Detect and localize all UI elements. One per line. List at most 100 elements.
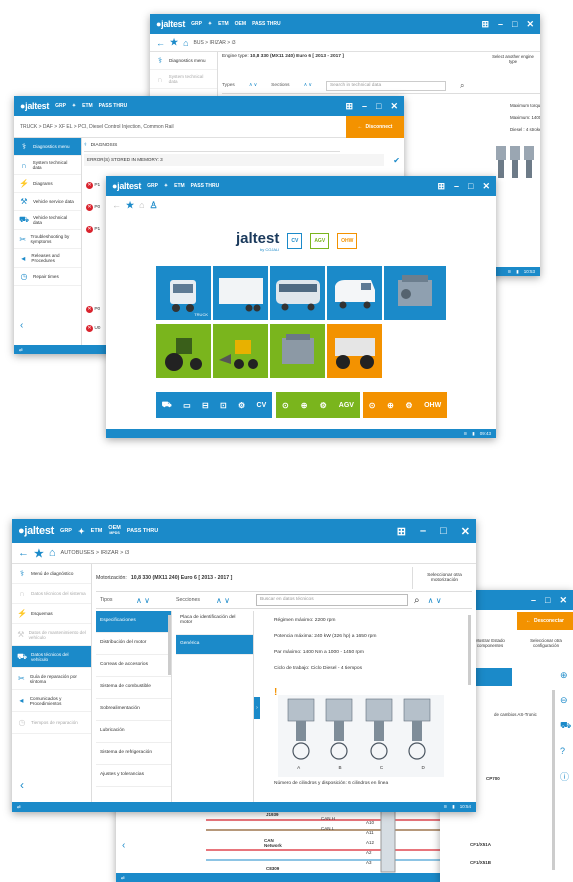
list-item[interactable]: Lubricación [96, 721, 171, 743]
tile-van[interactable] [327, 266, 382, 320]
grid-icon[interactable]: ⊞ [397, 525, 406, 538]
close-icon[interactable]: ✕ [461, 525, 470, 538]
star-icon[interactable]: ★ [170, 37, 178, 48]
search-input[interactable]: Buscar en datos técnicos [256, 594, 408, 606]
list-item[interactable]: ✕ P1 [86, 182, 100, 189]
list-item[interactable]: Sistema de combustible [96, 677, 171, 699]
menu-grp[interactable]: GRP [191, 21, 202, 27]
zoom-out-icon[interactable]: ⊖ [560, 695, 571, 706]
collapse-chevron-icon[interactable]: ‹ [122, 840, 125, 851]
check-icon[interactable]: ✔ [393, 156, 400, 165]
list-item[interactable]: Ajustes y tolerancias [96, 765, 171, 787]
sidebar-item-diagnostics[interactable]: ⚕ Diagnostics menu [150, 52, 217, 70]
help-icon[interactable]: ? [560, 746, 571, 756]
menu-grp[interactable]: GRP [55, 103, 66, 109]
menu-etm[interactable]: ETM [218, 21, 229, 27]
close-icon[interactable]: ✕ [390, 101, 398, 112]
ohw-category-bar[interactable]: ⊙ ⊕ ⚙ OHW [363, 392, 447, 418]
tile-truck[interactable]: TRUCK [156, 266, 211, 320]
person-icon[interactable]: ♙ [150, 200, 158, 211]
list-item[interactable]: Correas de accesorios [96, 655, 171, 677]
disconnect-button[interactable]: ← Disconnect [346, 116, 404, 138]
grid-icon[interactable]: ⊞ [345, 101, 353, 112]
menu-oem[interactable]: OEM MPDS [108, 525, 121, 536]
car-icon[interactable]: ⛟ [560, 720, 571, 732]
info-icon[interactable]: ⓘ [560, 770, 571, 783]
list-item[interactable]: Sistema de refrigeración [96, 743, 171, 765]
seleccionar-config-button[interactable]: Seleccionar otra configuración [520, 638, 572, 648]
sidebar-item-troubleshooting[interactable]: ✂ Troubleshooting by symptoms [14, 230, 81, 249]
list-item[interactable]: Sobrealimentación [96, 699, 171, 721]
menu-etm[interactable]: ETM [91, 528, 103, 534]
select-another-engine[interactable]: Select another engine type [490, 54, 536, 64]
maximize-icon[interactable]: □ [545, 595, 550, 606]
close-icon[interactable]: ✕ [526, 19, 534, 30]
tile-bus[interactable] [270, 266, 325, 320]
grid-icon[interactable]: ⊞ [437, 181, 445, 192]
list-item[interactable]: ✕ P0 [86, 204, 100, 211]
close-icon[interactable]: ✕ [482, 181, 490, 192]
menu-grp[interactable]: GRP [60, 528, 72, 534]
menu-pass[interactable]: PASS THRU [191, 183, 220, 189]
menu-etm[interactable]: ETM [174, 183, 185, 189]
seleccionar-motorizacion-button[interactable]: Seleccionar otra motorización [412, 567, 472, 589]
zoom-in-icon[interactable]: ⊕ [560, 670, 571, 681]
sidebar-item-repair-times[interactable]: ◷ Repair times [14, 268, 81, 286]
minimize-icon[interactable]: – [420, 525, 426, 538]
etm-icon[interactable]: ✦ [78, 527, 85, 536]
right-scrollbar[interactable] [552, 690, 555, 870]
back-arrow-icon[interactable]: ← [156, 38, 165, 48]
menu-etm[interactable]: ETM [82, 103, 93, 109]
selected-tab[interactable] [472, 668, 512, 686]
grid-icon[interactable]: ⊞ [481, 19, 489, 30]
close-icon[interactable]: ✕ [559, 595, 567, 606]
content-scrollbar[interactable] [468, 615, 471, 685]
list-item[interactable]: ✕ P0 [86, 306, 100, 313]
minimize-icon[interactable]: – [362, 101, 367, 112]
list-item[interactable]: Especificaciones [96, 611, 171, 633]
sidebar-item-tiempos[interactable]: ◷ Tiempos de reparación [12, 712, 91, 734]
minimize-icon[interactable]: – [498, 19, 503, 30]
menu-grp[interactable]: GRP [147, 183, 158, 189]
sidebar-item-service[interactable]: ⚒ Vehicle service data [14, 193, 81, 211]
back-arrow-icon[interactable]: ← [18, 547, 29, 559]
maximize-icon[interactable]: □ [376, 101, 381, 112]
sidebar-item-system-data[interactable]: ∩ System technical data [14, 156, 81, 175]
search-input[interactable]: Search in technical data [325, 80, 446, 91]
menu-pass[interactable]: PASS THRU [127, 528, 158, 534]
menu-oem[interactable]: OEM [235, 21, 246, 27]
minimize-icon[interactable]: – [531, 595, 536, 606]
home-icon[interactable]: ⌂ [183, 38, 188, 48]
list-item[interactable]: Genérica [176, 635, 253, 655]
sidebar-item-diagrams[interactable]: ⚡ Diagrams [14, 175, 81, 193]
home-icon[interactable]: ⌂ [49, 547, 56, 559]
list-item[interactable]: ✕ U0 [86, 325, 100, 332]
desconectar-button[interactable]: ← Desconectar [517, 612, 573, 630]
collapse-chevron-icon[interactable]: ‹ [20, 320, 23, 331]
maximize-icon[interactable]: □ [468, 181, 473, 192]
sidebar-item-vehicle-tech[interactable]: ⛟ Vehicle technical data [14, 211, 81, 230]
etm-icon[interactable]: ✦ [72, 103, 76, 109]
list-item[interactable]: Placa de identificación del motor [176, 611, 253, 635]
home-icon[interactable]: ⌂ [139, 200, 144, 210]
cv-category-bar[interactable]: ⛟ ▭ ⊟ ⊡ ⚙ CV [156, 392, 272, 418]
sections-chevron-icons[interactable]: ∧ ∨ [216, 596, 256, 605]
results-chevron-icons[interactable]: ∧ ∨ [428, 596, 442, 605]
tile-mining-truck[interactable] [327, 324, 382, 378]
etm-icon[interactable]: ✦ [164, 183, 168, 189]
list-item[interactable]: Distribución del motor [96, 633, 171, 655]
tile-engine[interactable] [384, 266, 446, 320]
maximize-icon[interactable]: □ [512, 19, 517, 30]
sidebar-item-mantenimiento[interactable]: ⚒ Datos de mantenimiento del vehículo [12, 624, 91, 646]
tile-tractor[interactable] [156, 324, 211, 378]
tile-trailer[interactable] [213, 266, 268, 320]
sidebar-item-esquemas[interactable]: ⚡ Esquemas [12, 604, 91, 624]
sidebar-item-guia-reparacion[interactable]: ✂ Guía de reparación por síntoma [12, 668, 91, 690]
list-item[interactable]: ✕ P1 [86, 226, 100, 233]
collapse-chevron-icon[interactable]: ‹ [20, 778, 24, 792]
types-chevron-icons[interactable]: ∧ ∨ [136, 596, 176, 605]
sidebar-item-diagnostics[interactable]: ⚕ Diagnostics menu [14, 138, 81, 156]
minimize-icon[interactable]: – [454, 181, 459, 192]
sidebar-item-releases[interactable]: ◂ Releases and Procedures [14, 249, 81, 268]
types-scrollbar[interactable] [168, 615, 171, 675]
